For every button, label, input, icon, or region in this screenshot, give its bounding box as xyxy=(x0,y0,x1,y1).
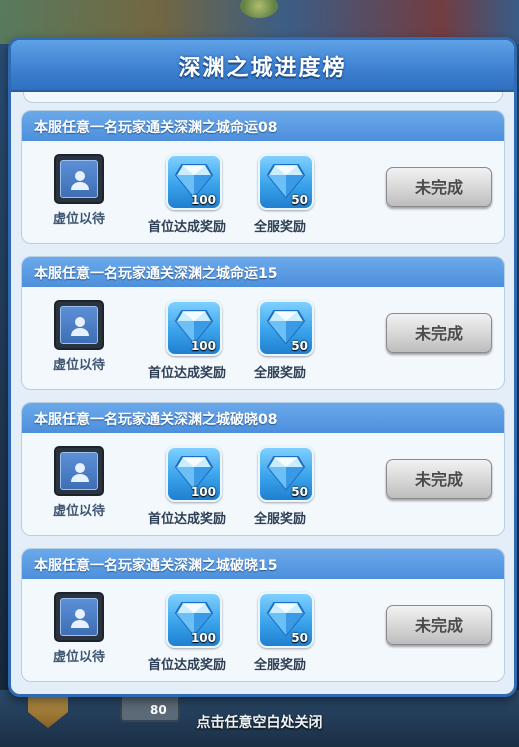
card-title: 本服任意一名玩家通关深渊之城破晓15 xyxy=(34,558,278,574)
card-title: 本服任意一名玩家通关深渊之城破晓08 xyxy=(34,412,278,428)
reward-count: 50 xyxy=(291,631,308,645)
reward-count: 50 xyxy=(291,339,308,353)
dialog-title: 深渊之城进度榜 xyxy=(178,56,347,81)
card-title: 本服任意一名玩家通关深渊之城命运08 xyxy=(34,120,278,136)
first-reward-label: 首位达成奖励 xyxy=(148,512,227,527)
avatar-slot[interactable] xyxy=(54,300,104,350)
person-icon xyxy=(60,160,98,198)
server-reward-label: 全服奖励 xyxy=(254,220,307,235)
card-title: 本服任意一名玩家通关深渊之城命运15 xyxy=(34,266,278,282)
status-button[interactable]: 未完成 xyxy=(386,167,492,207)
card-header: 本服任意一名玩家通关深渊之城命运15 xyxy=(22,257,504,287)
server-reward-label: 全服奖励 xyxy=(254,512,307,527)
avatar-label: 虚位以待 xyxy=(52,212,105,227)
status-button[interactable]: 未完成 xyxy=(386,605,492,645)
reward-count: 100 xyxy=(190,631,216,645)
first-reward-label: 首位达成奖励 xyxy=(148,220,227,235)
first-reward-label: 首位达成奖励 xyxy=(148,366,227,381)
reward-count: 100 xyxy=(190,339,216,353)
reward-count: 50 xyxy=(291,193,308,207)
card-header: 本服任意一名玩家通关深渊之城命运08 xyxy=(22,111,504,141)
server-reward-item[interactable]: 50 xyxy=(258,592,314,648)
status-button[interactable]: 未完成 xyxy=(386,313,492,353)
avatar-slot[interactable] xyxy=(54,154,104,204)
avatar-slot[interactable] xyxy=(54,446,104,496)
person-icon xyxy=(60,452,98,490)
person-icon xyxy=(60,598,98,636)
reward-count: 100 xyxy=(190,485,216,499)
first-reward-item[interactable]: 100 xyxy=(166,446,222,502)
progress-ranking-dialog: 深渊之城进度榜 本服任意一名玩家通关深渊之城命运08 虚位以待 100 首位达成… xyxy=(8,37,517,697)
avatar-label: 虚位以待 xyxy=(52,504,105,519)
server-reward-item[interactable]: 50 xyxy=(258,154,314,210)
dialog-header: 深渊之城进度榜 xyxy=(11,40,514,92)
card-header: 本服任意一名玩家通关深渊之城破晓15 xyxy=(22,549,504,579)
reward-count: 50 xyxy=(291,485,308,499)
person-icon xyxy=(60,306,98,344)
server-reward-label: 全服奖励 xyxy=(254,658,307,673)
first-reward-label: 首位达成奖励 xyxy=(148,658,227,673)
status-button[interactable]: 未完成 xyxy=(386,459,492,499)
server-reward-item[interactable]: 50 xyxy=(258,300,314,356)
scroll-top-edge xyxy=(23,92,503,103)
first-reward-item[interactable]: 100 xyxy=(166,154,222,210)
progress-list[interactable]: 本服任意一名玩家通关深渊之城命运08 虚位以待 100 首位达成奖励 50 全服… xyxy=(21,110,505,694)
progress-card: 本服任意一名玩家通关深渊之城破晓08 虚位以待 100 首位达成奖励 50 全服… xyxy=(21,402,505,536)
avatar-slot[interactable] xyxy=(54,592,104,642)
progress-card: 本服任意一名玩家通关深渊之城命运15 虚位以待 100 首位达成奖励 50 全服… xyxy=(21,256,505,390)
reward-count: 100 xyxy=(190,193,216,207)
avatar-label: 虚位以待 xyxy=(52,650,105,665)
server-reward-item[interactable]: 50 xyxy=(258,446,314,502)
progress-card: 本服任意一名玩家通关深渊之城命运08 虚位以待 100 首位达成奖励 50 全服… xyxy=(21,110,505,244)
close-hint[interactable]: 点击任意空白处关闭 xyxy=(0,712,519,732)
avatar-label: 虚位以待 xyxy=(52,358,105,373)
first-reward-item[interactable]: 100 xyxy=(166,592,222,648)
progress-card: 本服任意一名玩家通关深渊之城破晓15 虚位以待 100 首位达成奖励 50 全服… xyxy=(21,548,505,682)
server-reward-label: 全服奖励 xyxy=(254,366,307,381)
card-header: 本服任意一名玩家通关深渊之城破晓08 xyxy=(22,403,504,433)
first-reward-item[interactable]: 100 xyxy=(166,300,222,356)
